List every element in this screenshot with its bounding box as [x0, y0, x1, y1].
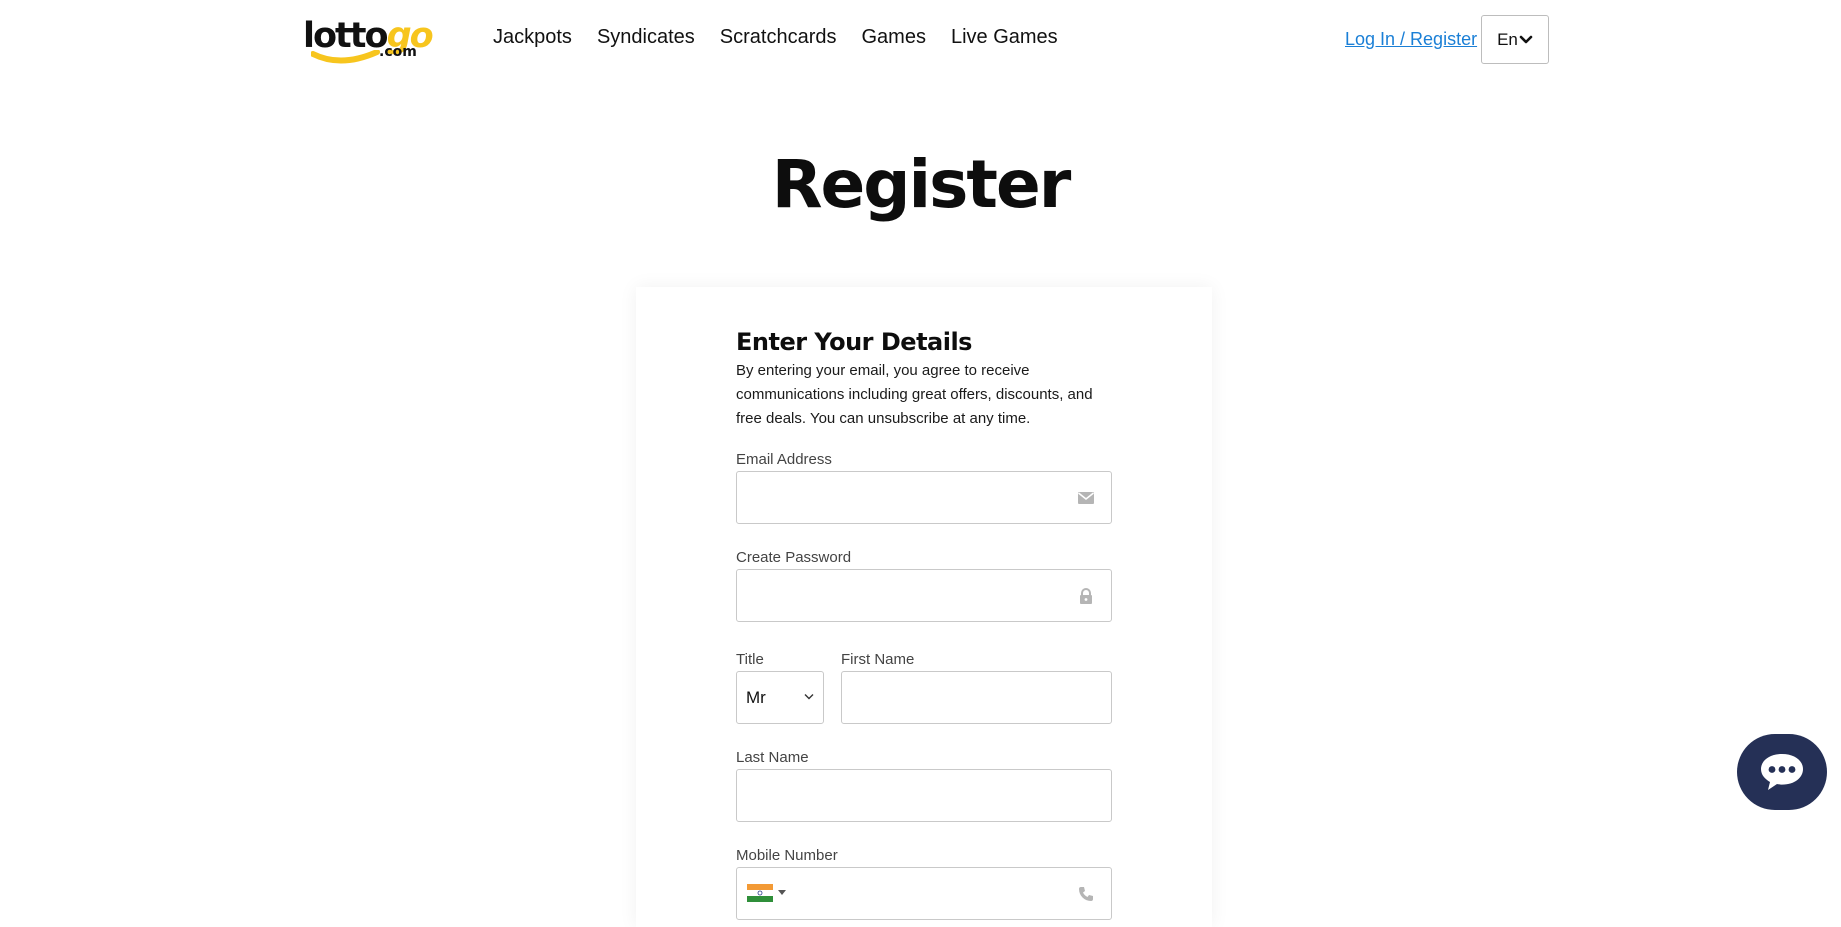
mobile-field[interactable] [737, 868, 1111, 919]
last-name-field[interactable] [737, 770, 1111, 821]
nav-syndicates[interactable]: Syndicates [597, 24, 695, 50]
last-name-label: Last Name [736, 749, 809, 766]
chevron-down-icon [804, 694, 814, 700]
envelope-icon [1078, 491, 1094, 504]
first-name-field[interactable] [842, 672, 1111, 723]
section-title: Enter Your Details [736, 328, 972, 356]
first-name-label: First Name [841, 651, 915, 668]
register-card: Enter Your Details By entering your emai… [636, 287, 1212, 927]
logo-swoosh-icon [311, 50, 380, 64]
email-label: Email Address [736, 451, 832, 468]
password-label: Create Password [736, 549, 852, 566]
password-field-wrapper [736, 569, 1112, 622]
page-title: Register [771, 146, 1072, 223]
last-name-field-wrapper [736, 769, 1112, 822]
chat-button[interactable] [1737, 734, 1827, 810]
logo-suffix: .com [379, 44, 417, 60]
first-name-field-wrapper [841, 671, 1112, 724]
title-select[interactable]: Mr [736, 671, 824, 724]
phone-icon [1079, 886, 1093, 901]
password-field[interactable] [737, 570, 1111, 621]
mobile-label: Mobile Number [736, 847, 838, 864]
language-label: En [1497, 29, 1518, 49]
site-header: lottogo .com Jackpots Syndicates Scratch… [0, 0, 1841, 76]
nav-scratchcards[interactable]: Scratchcards [720, 24, 837, 50]
login-register-link[interactable]: Log In / Register [1345, 28, 1477, 50]
nav-jackpots[interactable]: Jackpots [493, 24, 572, 50]
chat-bubble-icon [1761, 754, 1803, 790]
chevron-down-icon [1519, 35, 1533, 43]
section-description: By entering your email, you agree to rec… [736, 362, 1093, 427]
nav-games[interactable]: Games [862, 24, 926, 50]
main-nav: Jackpots Syndicates Scratchcards Games L… [493, 24, 1083, 50]
email-field-wrapper [736, 471, 1112, 524]
mobile-field-wrapper [736, 867, 1112, 920]
language-selector[interactable]: En [1481, 15, 1549, 64]
email-field[interactable] [737, 472, 1111, 523]
title-label: Title [736, 651, 764, 668]
lock-icon [1080, 587, 1092, 604]
title-selected-value: Mr [746, 687, 766, 707]
nav-live-games[interactable]: Live Games [951, 24, 1058, 50]
lottogo-logo[interactable]: lottogo .com [303, 14, 434, 66]
